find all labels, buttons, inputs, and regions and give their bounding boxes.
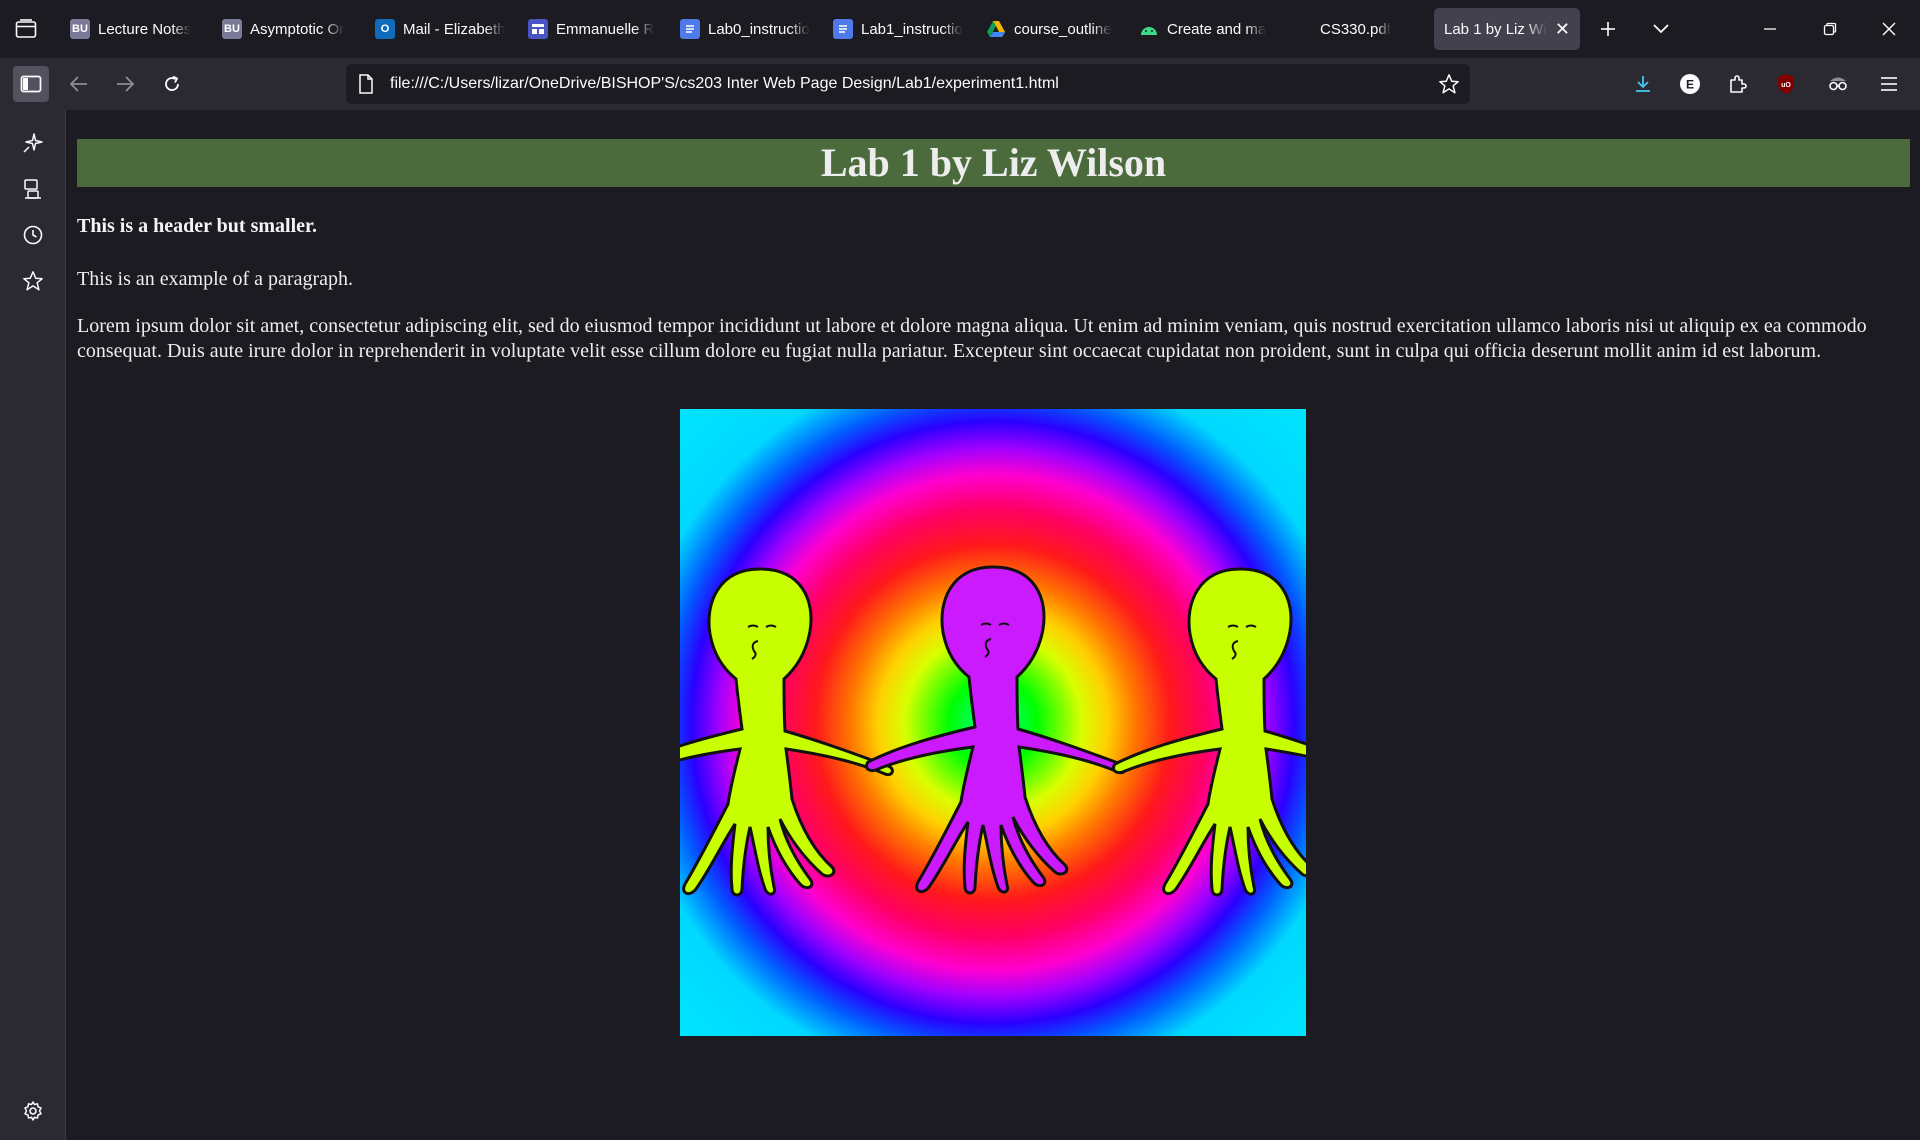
tab-label: Lab 1 by Liz Wil [1444, 20, 1547, 38]
download-icon [1636, 76, 1650, 92]
svg-text:uO: uO [1781, 82, 1791, 89]
page-subheading: This is a header but smaller. [77, 215, 318, 237]
minimize-button[interactable] [1754, 14, 1786, 44]
tab-label: Mail - Elizabeth [403, 20, 505, 38]
tab-lab1-instructions[interactable]: Lab1_instructio [823, 8, 973, 50]
docs-icon [833, 19, 853, 39]
clock-icon [23, 225, 43, 245]
page-icon [358, 74, 374, 94]
tab-mail[interactable]: O Mail - Elizabeth [365, 8, 515, 50]
account-button[interactable] [1820, 66, 1856, 102]
tab-label: CS330.pdf [1320, 20, 1391, 38]
tab-emmanuelle[interactable]: Emmanuelle R [518, 8, 668, 50]
ai-chatbot-button[interactable] [18, 128, 48, 158]
list-all-tabs-button[interactable] [1645, 14, 1677, 44]
extensions-button[interactable] [1720, 66, 1756, 102]
intro-paragraph: This is an example of a paragraph. [77, 268, 354, 290]
tab-label: Lab1_instructio [861, 20, 963, 38]
sparkle-icon [23, 133, 43, 153]
firefox-view-button[interactable] [12, 15, 40, 43]
forward-button[interactable] [107, 66, 143, 102]
page-title: Lab 1 by Liz Wilson [77, 139, 1910, 187]
tab-cs330-pdf[interactable]: CS330.pdf [1282, 8, 1432, 50]
bu-icon: BU [70, 19, 90, 39]
tab-label: Asymptotic Or [250, 20, 345, 38]
tab-lecture-notes[interactable]: BU Lecture Notes [60, 8, 210, 50]
bookmarks-button[interactable] [18, 266, 48, 296]
page-content: Lab 1 by Liz Wilson This is a header but… [66, 110, 1920, 1140]
tab-strip: BU Lecture Notes BU Asymptotic Or O Mail… [0, 0, 1920, 58]
drive-icon [986, 19, 1006, 39]
forms-icon [528, 19, 548, 39]
sidebar [0, 110, 66, 1140]
sidebar-settings-button[interactable] [18, 1096, 48, 1126]
address-bar[interactable]: file:///C:/Users/lizar/OneDrive/BISHOP'S… [346, 64, 1470, 104]
sidebar-toggle-button[interactable] [13, 66, 49, 102]
reload-button[interactable] [154, 66, 190, 102]
app-menu-button[interactable] [1871, 66, 1907, 102]
new-tab-button[interactable] [1592, 14, 1624, 44]
tab-lab1-active[interactable]: Lab 1 by Liz Wil ✕ [1434, 8, 1580, 50]
tab-label: Lab0_instructio [708, 20, 810, 38]
navigation-toolbar: file:///C:/Users/lizar/OneDrive/BISHOP'S… [0, 58, 1920, 110]
star-icon [23, 271, 43, 291]
close-tab-icon[interactable]: ✕ [1555, 19, 1570, 40]
history-button[interactable] [18, 220, 48, 250]
synced-tabs-button[interactable] [18, 174, 48, 204]
tab-list-icon [15, 19, 37, 38]
docs-icon [680, 19, 700, 39]
back-button[interactable] [61, 66, 97, 102]
extension-e-button[interactable]: E [1672, 66, 1708, 102]
tab-create-and-manage[interactable]: Create and ma [1129, 8, 1279, 50]
restore-button[interactable] [1814, 14, 1846, 44]
tab-lab0-instructions[interactable]: Lab0_instructio [670, 8, 820, 50]
spy-glasses-icon [1829, 77, 1847, 91]
svg-text:E: E [1686, 78, 1694, 92]
puzzle-icon [1730, 75, 1747, 93]
synced-tabs-icon [24, 179, 41, 199]
tab-asymptotic[interactable]: BU Asymptotic Or [212, 8, 362, 50]
octopus-image [680, 409, 1306, 1036]
android-icon [1139, 19, 1159, 39]
gear-icon [24, 1101, 42, 1121]
restore-icon [1823, 22, 1837, 36]
close-window-button[interactable] [1873, 14, 1905, 44]
plus-icon [1601, 22, 1615, 36]
e-extension-icon: E [1680, 74, 1700, 94]
reload-icon [165, 75, 179, 91]
tab-label: Create and ma [1167, 20, 1267, 38]
tab-course-outline[interactable]: course_outline [976, 8, 1126, 50]
tab-label: Lecture Notes [98, 20, 192, 38]
bu-icon: BU [222, 19, 242, 39]
chevron-down-icon [1653, 24, 1669, 34]
ublock-origin-icon: uO [1778, 74, 1794, 94]
hamburger-menu-icon [1881, 77, 1897, 91]
url-text: file:///C:/Users/lizar/OneDrive/BISHOP'S… [390, 75, 1059, 92]
tab-label: course_outline [1014, 20, 1112, 38]
bookmark-star-icon[interactable] [1438, 73, 1460, 95]
ublock-button[interactable]: uO [1768, 66, 1804, 102]
close-icon [1882, 22, 1896, 36]
downloads-button[interactable] [1625, 66, 1661, 102]
lorem-paragraph: Lorem ipsum dolor sit amet, consectetur … [77, 315, 1867, 362]
sidebar-icon [20, 75, 42, 93]
tab-label: Emmanuelle R [556, 20, 655, 38]
arrow-right-icon [117, 76, 135, 92]
outlook-icon: O [375, 19, 395, 39]
minimize-icon [1764, 28, 1776, 30]
arrow-left-icon [69, 76, 87, 92]
